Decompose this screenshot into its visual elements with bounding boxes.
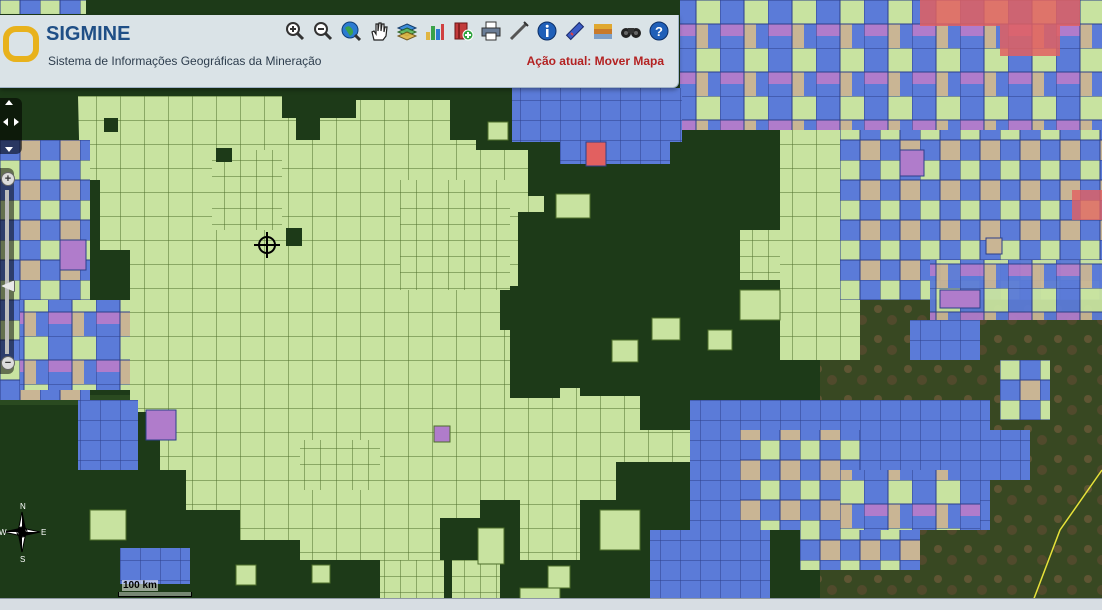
zoom-in-button[interactable] [283,19,307,43]
geology-button[interactable] [591,19,615,43]
map-canvas[interactable] [0,0,1102,609]
pan-button[interactable] [367,19,391,43]
svg-text:?: ? [655,24,663,39]
layers-button[interactable] [395,19,419,43]
print-icon [481,21,501,41]
status-strip [0,598,1102,610]
app-header: SIGMINE Sistema de Informações Geográfic… [0,15,679,88]
compass-north-label: N [20,502,26,511]
geology-icon [594,24,612,39]
chart-icon [426,24,444,40]
binoculars-button[interactable] [619,19,643,43]
zoom-slider[interactable]: + − [0,168,15,374]
zoom-slider-track[interactable] [5,190,9,354]
compass-east-label: E [41,528,46,537]
compass-rose-icon: N E S W [0,502,46,564]
draw-button[interactable] [507,19,531,43]
pan-hand-icon [371,22,388,41]
add-data-button[interactable] [451,19,475,43]
info-button[interactable] [535,19,559,43]
help-button[interactable]: ? [647,19,671,43]
pan-arrows-icon [3,100,19,152]
scale-bar [118,592,192,597]
zoom-in-icon [286,22,305,41]
help-icon: ? [649,21,669,41]
pan-navigation-pad[interactable] [0,98,22,154]
sigmine-logo-icon [3,26,39,62]
zoom-out-button[interactable] [311,19,335,43]
draw-pen-icon [509,21,529,41]
measure-button[interactable] [563,19,587,43]
info-icon [537,21,557,41]
zoom-slider-minus-button[interactable]: − [1,356,15,370]
measure-icon [565,21,585,41]
print-button[interactable] [479,19,503,43]
layers-icon [396,23,418,41]
scale-bar-label: 100 km [122,580,158,591]
chart-button[interactable] [423,19,447,43]
full-extent-button[interactable] [339,19,363,43]
compass-south-label: S [20,555,25,564]
map-toolbar: ? [283,19,671,43]
full-extent-globe-icon [341,21,362,42]
compass-west-label: W [0,528,7,537]
add-data-book-icon [454,22,474,41]
app-title: SIGMINE [46,23,131,45]
current-action-label: Ação atual: Mover Mapa [526,54,664,68]
binoculars-icon [621,28,641,38]
app-subtitle: Sistema de Informações Geográficas da Mi… [48,54,322,68]
zoom-out-icon [314,22,333,41]
zoom-slider-plus-button[interactable]: + [1,172,15,186]
